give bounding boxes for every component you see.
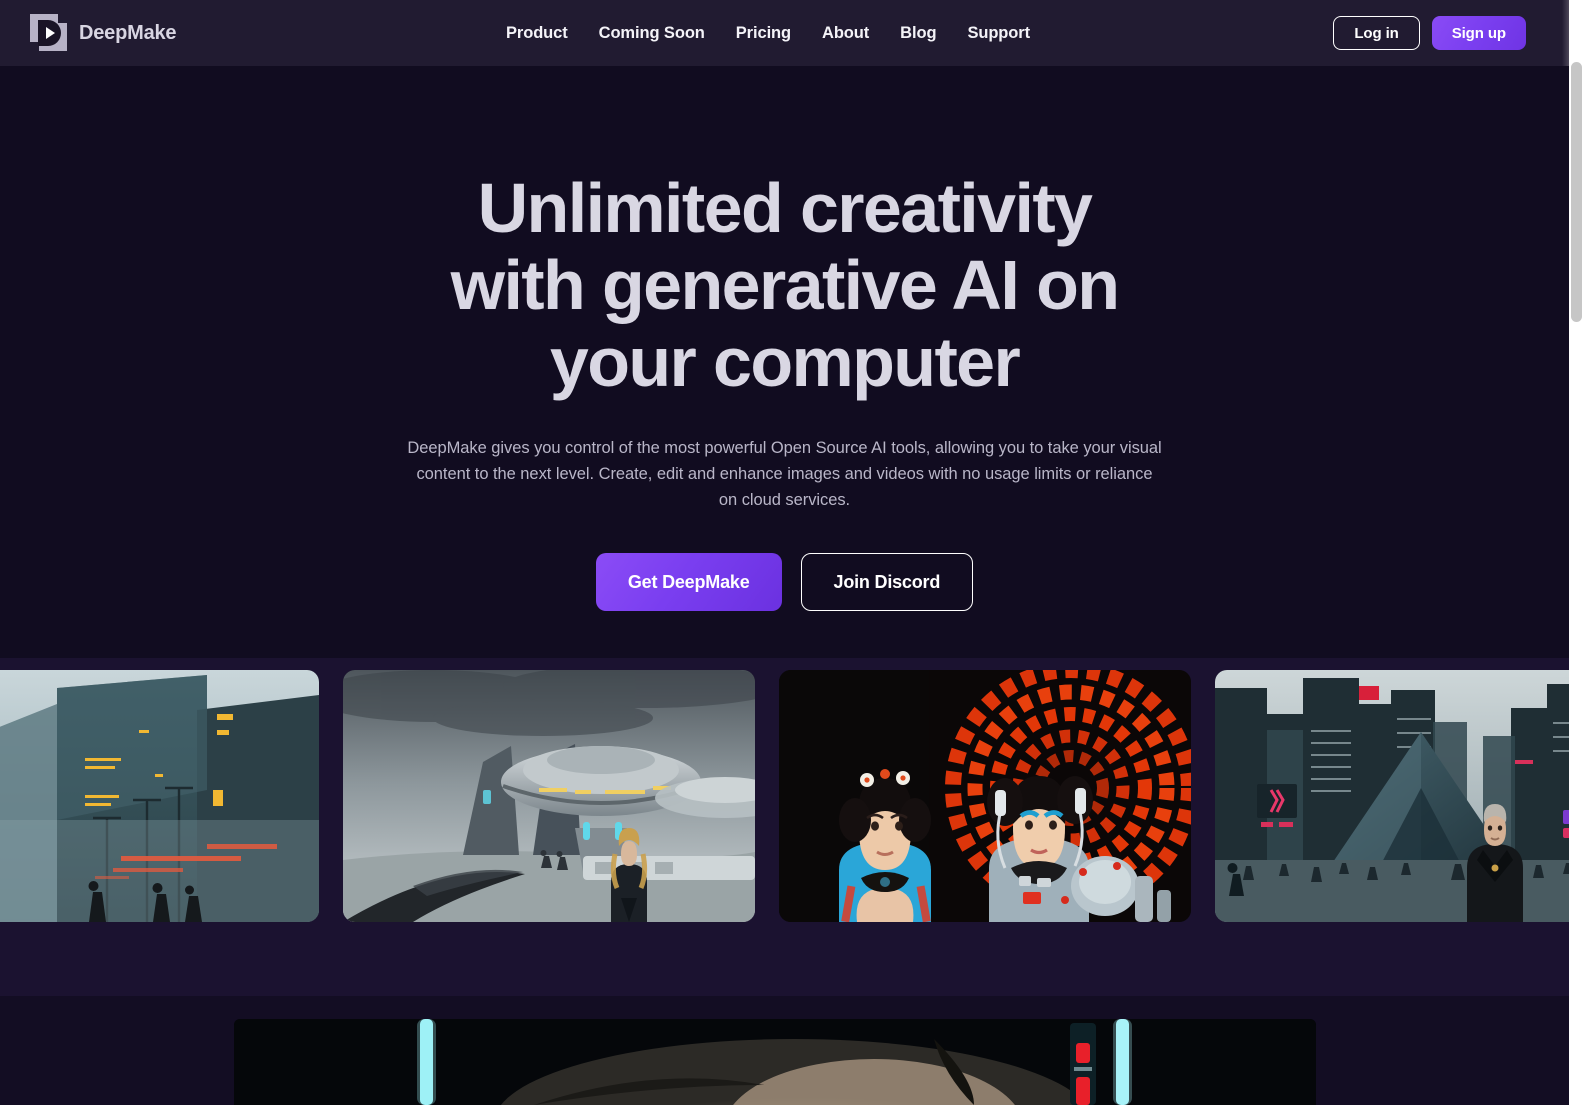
auth-actions: Log in Sign up xyxy=(1333,0,1526,66)
brand-name: DeepMake xyxy=(79,21,177,44)
hero-section: Unlimited creativity with generative AI … xyxy=(0,66,1569,658)
join-discord-button[interactable]: Join Discord xyxy=(800,553,974,611)
browser-viewport: DeepMake Product Coming Soon Pricing Abo… xyxy=(0,0,1584,1105)
nav-item-about[interactable]: About xyxy=(822,24,869,43)
hero-cta-group: Get DeepMake Join Discord xyxy=(595,553,974,611)
nav-item-coming-soon[interactable]: Coming Soon xyxy=(599,24,705,43)
browser-scrollbar[interactable] xyxy=(1569,0,1584,1105)
site-header: DeepMake Product Coming Soon Pricing Abo… xyxy=(0,0,1569,66)
deepmake-play-logo-icon xyxy=(30,14,68,52)
main-navigation: Product Coming Soon Pricing About Blog S… xyxy=(506,0,1030,66)
brand-logo-link[interactable]: DeepMake xyxy=(30,14,177,52)
signup-button[interactable]: Sign up xyxy=(1431,16,1526,50)
hero-headline: Unlimited creativity with generative AI … xyxy=(450,169,1120,401)
nav-item-support[interactable]: Support xyxy=(967,24,1030,43)
carousel-slide[interactable] xyxy=(779,670,1191,922)
carousel-slide[interactable] xyxy=(343,670,755,922)
nav-item-product[interactable]: Product xyxy=(506,24,568,43)
nav-item-pricing[interactable]: Pricing xyxy=(736,24,791,43)
page-content: DeepMake Product Coming Soon Pricing Abo… xyxy=(0,0,1569,1105)
nav-item-blog[interactable]: Blog xyxy=(900,24,936,43)
login-button[interactable]: Log in xyxy=(1333,16,1420,50)
carousel-slide[interactable] xyxy=(1215,670,1569,922)
hero-subtitle: DeepMake gives you control of the most p… xyxy=(407,439,1162,509)
product-video-player[interactable] xyxy=(234,1019,1316,1105)
carousel-track[interactable] xyxy=(0,670,1569,922)
scrollbar-thumb[interactable] xyxy=(1571,62,1582,322)
video-section xyxy=(0,996,1569,1105)
carousel-slide[interactable] xyxy=(0,670,319,922)
get-deepmake-button[interactable]: Get DeepMake xyxy=(595,553,782,611)
showcase-carousel xyxy=(0,658,1569,996)
